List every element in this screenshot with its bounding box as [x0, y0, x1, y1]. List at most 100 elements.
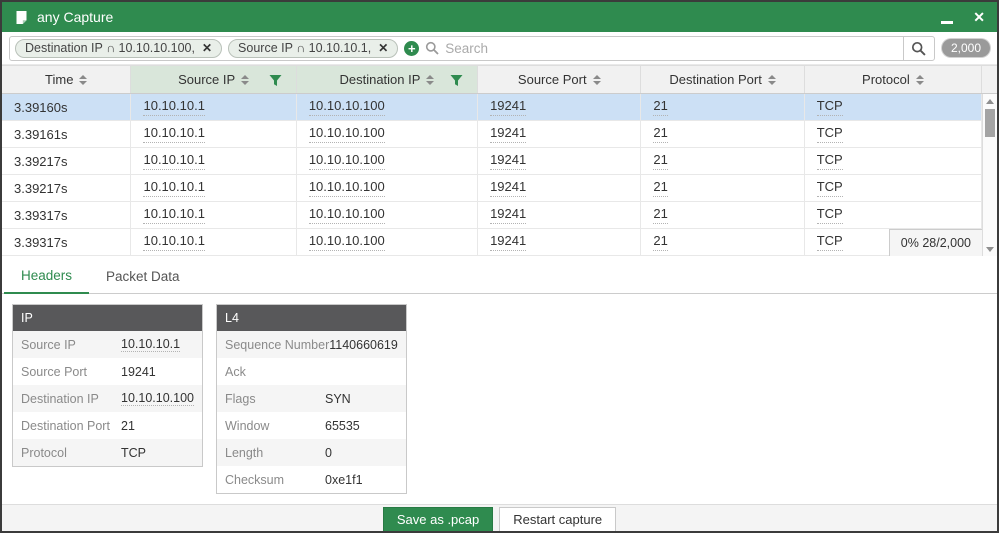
remove-filter-icon[interactable]: ✕	[378, 41, 388, 55]
cell-time: 3.39217s	[2, 148, 132, 174]
search-input[interactable]: Search	[445, 41, 897, 56]
packet-row[interactable]: 3.39217s 10.10.10.1 10.10.10.100 19241 2…	[2, 175, 982, 202]
packet-row[interactable]: 3.39317s 10.10.10.1 10.10.10.100 19241 2…	[2, 202, 982, 229]
detail-row: Window 65535	[217, 412, 406, 439]
tab-packet-data[interactable]: Packet Data	[89, 260, 197, 293]
sort-icon	[592, 74, 601, 85]
detail-row: Sequence Number 1140660619	[217, 331, 406, 358]
cell-source-ip: 10.10.10.1	[131, 94, 297, 120]
scroll-down-icon[interactable]	[983, 242, 997, 256]
column-label: Source IP	[178, 72, 236, 87]
cell-source-ip: 10.10.10.1	[131, 175, 297, 201]
detail-table-title: L4	[217, 305, 406, 331]
minimize-icon[interactable]	[941, 10, 954, 24]
detail-row: Flags SYN	[217, 385, 406, 412]
packet-table-body: 3.39160s 10.10.10.1 10.10.10.100 19241 2…	[2, 94, 997, 256]
capture-limit-badge: 2,000	[941, 39, 990, 57]
cell-source-ip: 10.10.10.1	[131, 121, 297, 147]
capture-app-icon	[14, 10, 29, 25]
column-label: Destination IP	[339, 72, 421, 87]
header-scrollbar-spacer	[982, 66, 997, 93]
cell-destination-port: 21	[641, 121, 805, 147]
detail-row: Checksum 0xe1f1	[217, 466, 406, 493]
cell-source-ip: 10.10.10.1	[131, 202, 297, 228]
cell-destination-port: 21	[641, 175, 805, 201]
footer-bar: Save as .pcap Restart capture	[2, 504, 997, 531]
capture-window: any Capture ✕ Destination IP ∩ 10.10.10.…	[0, 0, 999, 533]
cell-destination-ip: 10.10.10.100	[297, 202, 479, 228]
cell-time: 3.39317s	[2, 202, 132, 228]
scrollbar-thumb[interactable]	[985, 109, 995, 137]
cell-destination-port: 21	[641, 229, 805, 255]
column-label: Destination Port	[669, 72, 762, 87]
cell-protocol: TCP	[805, 121, 982, 147]
cell-destination-port: 21	[641, 148, 805, 174]
packet-row[interactable]: 3.39317s 10.10.10.1 10.10.10.100 19241 2…	[2, 229, 982, 256]
remove-filter-icon[interactable]: ✕	[202, 41, 212, 55]
cell-protocol: TCP	[805, 202, 982, 228]
search-button[interactable]	[902, 36, 934, 60]
detail-row: Destination Port 21	[13, 412, 202, 439]
cell-source-ip: 10.10.10.1	[131, 148, 297, 174]
cell-source-port: 19241	[478, 121, 642, 147]
cell-destination-port: 21	[641, 94, 805, 120]
cell-time: 3.39217s	[2, 175, 132, 201]
cell-destination-ip: 10.10.10.100	[297, 229, 479, 255]
restart-capture-button[interactable]: Restart capture	[499, 507, 617, 531]
sort-icon	[241, 74, 250, 85]
sort-icon	[426, 74, 435, 85]
packet-row[interactable]: 3.39160s 10.10.10.1 10.10.10.100 19241 2…	[2, 94, 982, 121]
cell-time: 3.39317s	[2, 229, 132, 255]
column-header-time[interactable]: Time	[2, 66, 132, 93]
column-label: Protocol	[862, 72, 910, 87]
filter-bar: Destination IP ∩ 10.10.10.100, ✕ Source …	[2, 32, 997, 65]
cell-source-port: 19241	[478, 202, 642, 228]
detail-row: Ack	[217, 358, 406, 385]
cell-source-port: 19241	[478, 229, 642, 255]
tab-headers[interactable]: Headers	[4, 259, 90, 294]
search-box[interactable]: Destination IP ∩ 10.10.10.100, ✕ Source …	[9, 35, 935, 61]
column-label: Source Port	[517, 72, 587, 87]
cell-source-ip: 10.10.10.1	[131, 229, 297, 255]
sort-icon	[79, 74, 88, 85]
packet-table-header: Time Source IP Destination IP Source Por…	[2, 65, 997, 94]
detail-row: Protocol TCP	[13, 439, 202, 466]
detail-row: Destination IP 10.10.10.100	[13, 385, 202, 412]
cell-protocol: TCP	[805, 175, 982, 201]
column-header-source-ip[interactable]: Source IP	[131, 66, 297, 93]
column-filter-icon[interactable]	[450, 74, 463, 90]
sort-icon	[915, 74, 924, 85]
detail-table-title: IP	[13, 305, 202, 331]
scroll-up-icon[interactable]	[983, 94, 997, 108]
title-bar: any Capture ✕	[2, 2, 997, 32]
column-header-destination-port[interactable]: Destination Port	[641, 66, 805, 93]
column-header-destination-ip[interactable]: Destination IP	[296, 66, 479, 93]
headers-panel: IP Source IP 10.10.10.1 Source Port 1924…	[2, 294, 997, 504]
search-icon	[911, 41, 927, 56]
detail-tabs: Headers Packet Data	[2, 256, 997, 294]
cell-protocol: TCP	[805, 148, 982, 174]
cell-source-port: 19241	[478, 94, 642, 120]
l4-header-table: L4 Sequence Number 1140660619 Ack Flags …	[216, 304, 407, 494]
close-icon[interactable]: ✕	[973, 10, 985, 24]
packet-row[interactable]: 3.39161s 10.10.10.1 10.10.10.100 19241 2…	[2, 121, 982, 148]
filter-chip-source-ip: Source IP ∩ 10.10.10.1, ✕	[228, 38, 399, 58]
cell-destination-ip: 10.10.10.100	[297, 94, 479, 120]
add-filter-icon[interactable]: +	[404, 40, 420, 56]
scrollbar-track[interactable]	[983, 108, 997, 242]
column-header-protocol[interactable]: Protocol	[805, 66, 983, 93]
cell-time: 3.39161s	[2, 121, 132, 147]
detail-row: Length 0	[217, 439, 406, 466]
cell-source-port: 19241	[478, 148, 642, 174]
save-pcap-button[interactable]: Save as .pcap	[382, 507, 494, 531]
window-title: any Capture	[37, 9, 114, 25]
cell-destination-ip: 10.10.10.100	[297, 175, 479, 201]
table-scrollbar[interactable]	[982, 94, 997, 256]
filter-chip-destination-ip: Destination IP ∩ 10.10.10.100, ✕	[15, 38, 223, 58]
cell-destination-port: 21	[641, 202, 805, 228]
column-filter-icon[interactable]	[269, 74, 282, 90]
packet-row[interactable]: 3.39217s 10.10.10.1 10.10.10.100 19241 2…	[2, 148, 982, 175]
column-label: Time	[45, 72, 74, 87]
cell-time: 3.39160s	[2, 94, 132, 120]
column-header-source-port[interactable]: Source Port	[478, 66, 642, 93]
